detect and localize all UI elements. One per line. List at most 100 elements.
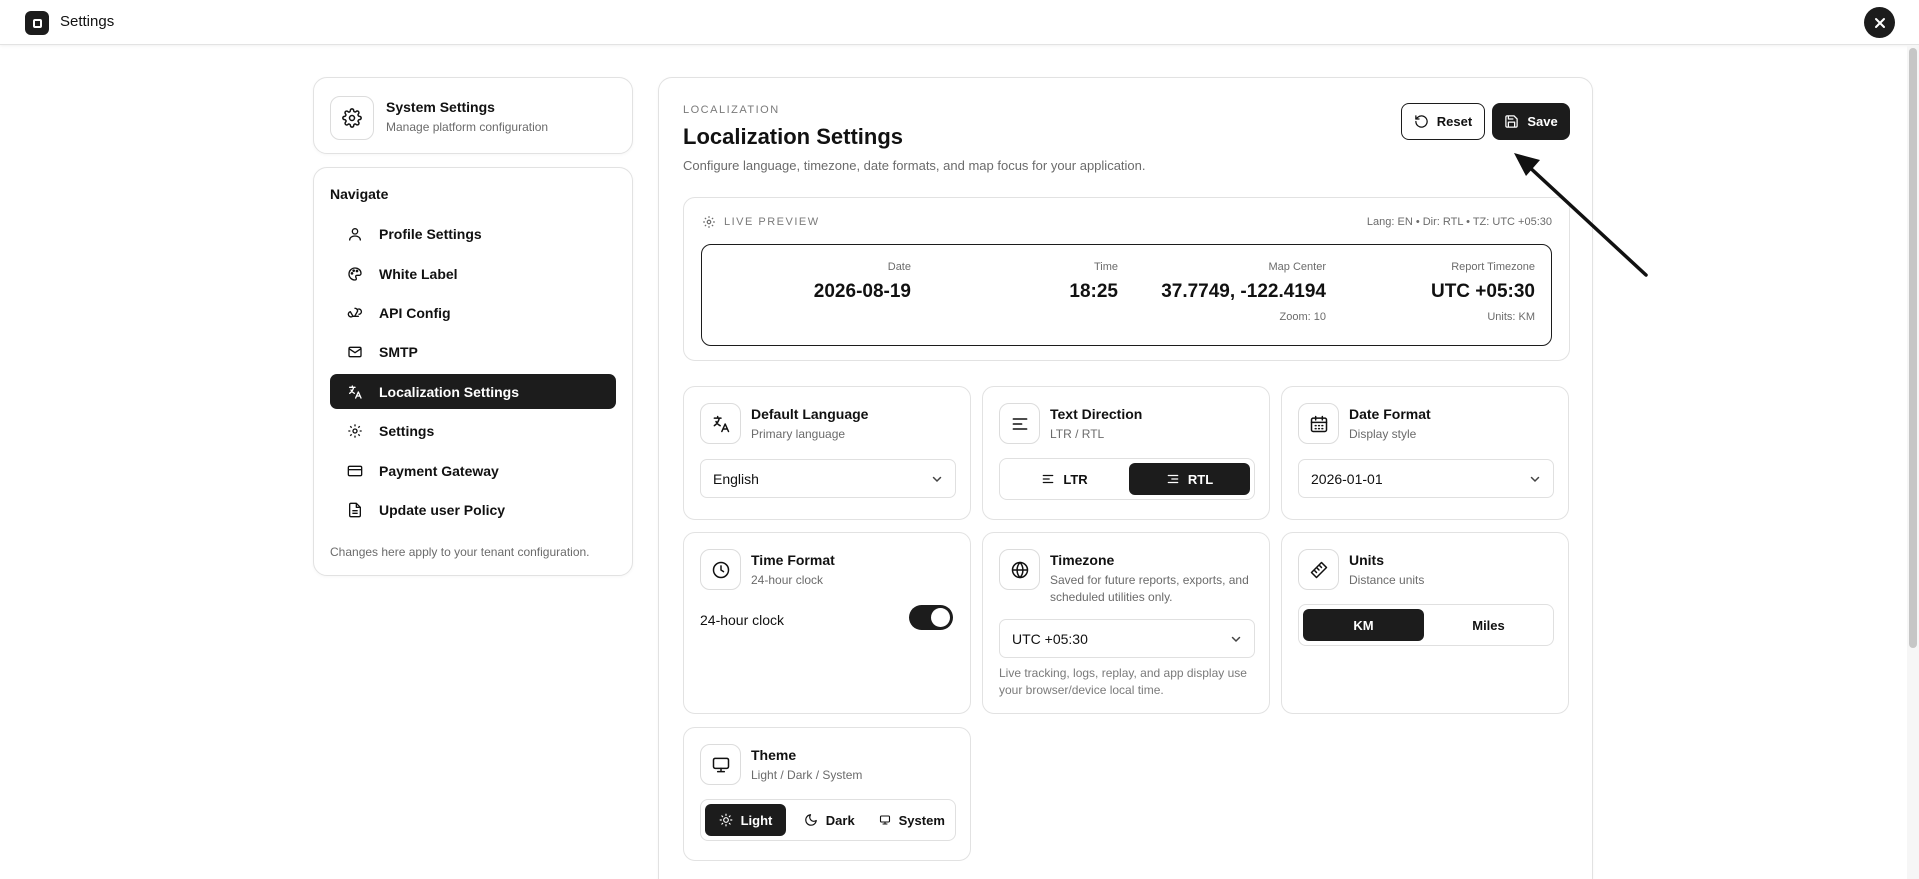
default-language-card: Default Language Primary language Englis… xyxy=(683,386,971,520)
theme-title: Theme xyxy=(751,747,797,763)
scrollbar-thumb[interactable] xyxy=(1909,48,1917,648)
timezone-title: Timezone xyxy=(1050,552,1115,568)
sidebar-item-update-user-policy[interactable]: Update user Policy xyxy=(330,492,616,527)
save-button[interactable]: Save xyxy=(1492,103,1570,140)
sidebar-item-profile-settings[interactable]: Profile Settings xyxy=(330,216,616,251)
switch-knob xyxy=(931,608,950,627)
calendar-icon xyxy=(1310,415,1327,432)
date-format-card: Date Format Display style 2026-01-01 xyxy=(1281,386,1569,520)
time-format-subtitle: 24-hour clock xyxy=(751,573,824,587)
page-description: Configure language, timezone, date forma… xyxy=(683,158,1146,173)
language-select[interactable]: English xyxy=(700,459,956,498)
sidebar-item-payment-gateway[interactable]: Payment Gateway xyxy=(330,453,616,488)
palette-icon xyxy=(348,266,362,281)
theme-option-label: Light xyxy=(740,812,773,828)
theme-subtitle: Light / Dark / System xyxy=(751,768,863,782)
sidebar-item-label: Update user Policy xyxy=(379,501,506,518)
units-option-label: KM xyxy=(1353,617,1374,633)
live-preview-header: LIVE PREVIEW xyxy=(702,215,820,229)
theme-option-system[interactable]: System xyxy=(873,804,952,836)
sidebar-item-label: API Config xyxy=(379,304,451,321)
timezone-select[interactable]: UTC +05:30 xyxy=(999,619,1255,658)
languages-icon xyxy=(349,384,362,399)
time-format-title: Time Format xyxy=(751,552,835,568)
ruler-icon xyxy=(1310,561,1327,578)
sidebar-item-label: Profile Settings xyxy=(379,225,482,242)
language-select-value: English xyxy=(713,470,759,487)
units-option-miles[interactable]: Miles xyxy=(1428,609,1549,641)
credit-card-icon xyxy=(347,465,363,476)
direction-option-ltr[interactable]: LTR xyxy=(1004,463,1125,495)
time-format-toggle-label: 24-hour clock xyxy=(700,612,785,628)
text-direction-card: Text Direction LTR / RTL LTR RTL xyxy=(982,386,1270,520)
live-preview-label: LIVE PREVIEW xyxy=(724,216,820,228)
clock-icon xyxy=(712,561,729,578)
preview-time-key: Time xyxy=(1093,261,1118,273)
system-settings-icon-box xyxy=(330,96,374,140)
reset-button-label: Reset xyxy=(1436,114,1473,129)
globe-icon xyxy=(1011,560,1028,579)
theme-toggle: Light Dark System xyxy=(700,799,956,841)
gear-icon xyxy=(342,108,362,128)
languages-icon xyxy=(713,415,729,432)
timezone-note: Live tracking, logs, replay, and app dis… xyxy=(999,666,1247,697)
text-direction-toggle: LTR RTL xyxy=(999,458,1255,500)
theme-option-label: System xyxy=(898,812,945,828)
moon-icon xyxy=(804,814,817,826)
default-language-title: Default Language xyxy=(751,406,869,422)
units-icon-box xyxy=(1298,549,1339,590)
live-preview-card: LIVE PREVIEW Lang: EN • Dir: RTL • TZ: U… xyxy=(683,197,1570,361)
chevron-down-icon xyxy=(932,476,942,482)
language-icon-box xyxy=(700,403,741,444)
text-direction-subtitle: LTR / RTL xyxy=(1050,427,1105,441)
page-scrollbar[interactable] xyxy=(1907,45,1919,879)
sidebar-item-localization-settings[interactable]: Localization Settings xyxy=(330,374,616,409)
align-left-icon xyxy=(1043,474,1054,484)
page-title: Localization Settings xyxy=(683,124,904,149)
units-option-km[interactable]: KM xyxy=(1303,609,1424,641)
date-format-title: Date Format xyxy=(1349,406,1431,422)
close-button[interactable] xyxy=(1864,7,1895,38)
mail-icon xyxy=(348,346,362,357)
gear-icon xyxy=(348,423,362,438)
sidebar-item-label: White Label xyxy=(379,265,458,282)
sidebar-item-settings[interactable]: Settings xyxy=(330,413,616,448)
sidebar-item-api-config[interactable]: API Config xyxy=(330,295,616,330)
align-left-icon xyxy=(1012,417,1027,430)
units-card: Units Distance units KM Miles xyxy=(1281,532,1569,714)
sidebar-item-smtp[interactable]: SMTP xyxy=(330,334,616,369)
live-preview-values: Date 2026-08-19 Time 18:25 Map Center 37… xyxy=(701,244,1552,346)
sidebar-item-label: Payment Gateway xyxy=(379,462,499,479)
timezone-subtitle: Saved for future reports, exports, and s… xyxy=(1050,573,1249,604)
timezone-card: Timezone Saved for future reports, expor… xyxy=(982,532,1270,714)
time-format-icon-box xyxy=(700,549,741,590)
sidebar-item-label: Localization Settings xyxy=(379,383,520,400)
preview-map-value: 37.7749, -122.4194 xyxy=(1161,281,1326,302)
nav-heading: Navigate xyxy=(330,186,389,202)
file-text-icon xyxy=(349,502,361,517)
units-subtitle: Distance units xyxy=(1349,573,1425,587)
timezone-icon-box xyxy=(999,549,1040,590)
reset-button[interactable]: Reset xyxy=(1401,103,1485,140)
time-format-switch[interactable] xyxy=(909,605,953,630)
preview-time-value: 18:25 xyxy=(1069,281,1118,302)
text-direction-title: Text Direction xyxy=(1050,406,1143,422)
theme-option-light[interactable]: Light xyxy=(705,804,786,836)
rotate-ccw-icon xyxy=(1415,115,1428,128)
units-option-label: Miles xyxy=(1472,617,1505,633)
preview-map-zoom: Zoom: 10 xyxy=(1279,311,1326,323)
date-format-select[interactable]: 2026-01-01 xyxy=(1298,459,1554,498)
date-format-icon-box xyxy=(1298,403,1339,444)
direction-option-rtl[interactable]: RTL xyxy=(1129,463,1250,495)
theme-icon-box xyxy=(700,744,741,785)
preview-map-key: Map Center xyxy=(1268,261,1326,273)
sidebar-item-label: Settings xyxy=(379,422,435,439)
date-format-value: 2026-01-01 xyxy=(1311,470,1383,487)
window-title: Settings xyxy=(60,13,115,30)
app-logo-icon xyxy=(25,11,49,35)
close-icon xyxy=(1874,17,1885,28)
sidebar-item-white-label[interactable]: White Label xyxy=(330,256,616,291)
navigation-card: Navigate Profile Settings White Label AP… xyxy=(313,167,633,576)
theme-option-dark[interactable]: Dark xyxy=(790,804,869,836)
default-language-subtitle: Primary language xyxy=(751,427,846,441)
